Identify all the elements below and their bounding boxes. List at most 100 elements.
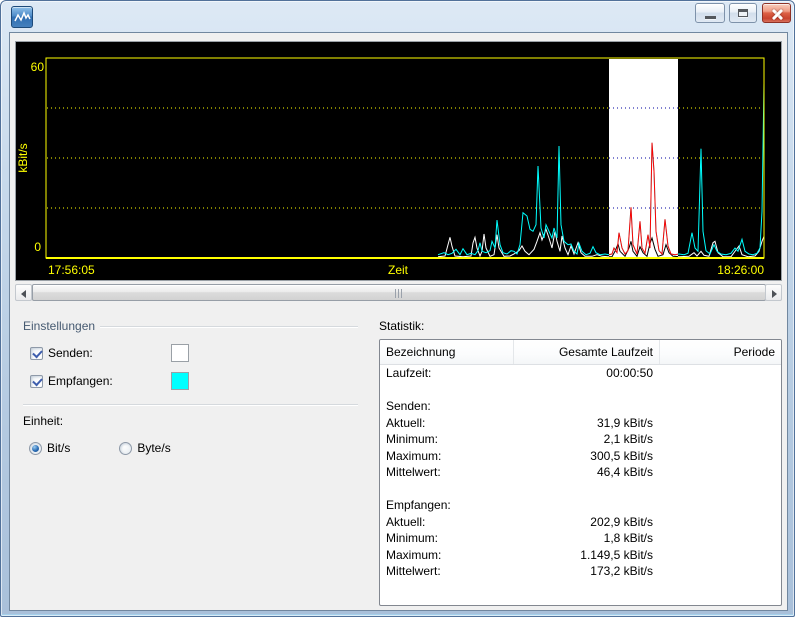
x-start-label: 17:56:05 <box>48 263 95 277</box>
check-icon <box>32 375 43 386</box>
app-window: 60 0 kBit/s 17:56:05 Zeit 18:26:00 Ei <box>0 0 795 617</box>
table-cell-label: Maximum: <box>380 547 513 564</box>
receive-checkbox[interactable] <box>30 375 43 388</box>
app-waveform-icon[interactable] <box>11 6 33 28</box>
table-row[interactable]: Aktuell:202,9 kBit/s <box>380 514 781 531</box>
table-cell-gesamte_laufzeit <box>513 481 659 498</box>
table-cell-gesamte_laufzeit <box>513 382 659 399</box>
table-cell-gesamte_laufzeit: 1.149,5 kBit/s <box>513 547 659 564</box>
y-axis-title: kBit/s <box>16 143 30 172</box>
table-row[interactable]: Aktuell:31,9 kBit/s <box>380 415 781 432</box>
bit-per-s-radio[interactable] <box>29 442 42 455</box>
titlebar[interactable] <box>1 1 794 33</box>
check-icon <box>32 347 43 358</box>
x-end-label: 18:26:00 <box>717 263 764 277</box>
table-row[interactable]: Senden: <box>380 398 781 415</box>
y-max-label: 60 <box>31 60 45 74</box>
bit-per-s-label: Bit/s <box>47 441 70 455</box>
send-checkbox-label: Senden: <box>48 346 93 360</box>
column-header-gesamte-laufzeit[interactable]: Gesamte Laufzeit <box>513 340 659 364</box>
grip-dots-icon <box>395 289 403 298</box>
statistics-table: Bezeichnung Gesamte Laufzeit Periode Lau… <box>379 339 782 606</box>
traffic-chart[interactable]: 60 0 kBit/s 17:56:05 Zeit 18:26:00 <box>16 42 781 280</box>
receive-checkbox-label: Empfangen: <box>48 374 113 388</box>
table-cell-periode <box>659 530 780 547</box>
column-header-bezeichnung[interactable]: Bezeichnung <box>380 340 513 364</box>
minimize-button[interactable] <box>695 3 725 23</box>
chart-selection-band <box>609 59 678 258</box>
byte-per-s-label: Byte/s <box>137 441 170 455</box>
table-row[interactable] <box>380 481 781 498</box>
table-cell-gesamte_laufzeit <box>513 398 659 415</box>
table-cell-gesamte_laufzeit: 300,5 kBit/s <box>513 448 659 465</box>
close-icon <box>771 8 784 20</box>
arrow-right-icon <box>772 290 777 298</box>
table-cell-gesamte_laufzeit: 46,4 kBit/s <box>513 464 659 481</box>
unit-section-label: Einheit: <box>23 414 63 428</box>
settings-divider <box>23 404 358 405</box>
column-header-periode[interactable]: Periode <box>659 340 780 364</box>
statistics-table-body: Laufzeit:00:00:50Senden:Aktuell:31,9 kBi… <box>380 365 781 580</box>
table-cell-periode <box>659 464 780 481</box>
statistics-label: Statistik: <box>379 319 424 333</box>
table-row[interactable]: Minimum:1,8 kBit/s <box>380 530 781 547</box>
settings-group-label: Einstellungen <box>23 319 95 333</box>
table-cell-label: Aktuell: <box>380 514 513 531</box>
table-cell-gesamte_laufzeit: 1,8 kBit/s <box>513 530 659 547</box>
scroll-right-button[interactable] <box>765 284 782 301</box>
table-cell-periode <box>659 382 780 399</box>
scrollbar-thumb[interactable] <box>32 284 766 301</box>
table-cell-label: Mittelwert: <box>380 464 513 481</box>
unit-option-bits[interactable]: Bit/s <box>29 441 70 455</box>
byte-per-s-radio[interactable] <box>119 442 132 455</box>
table-cell-label: Senden: <box>380 398 513 415</box>
maximize-button[interactable] <box>729 3 757 23</box>
table-cell-periode <box>659 398 780 415</box>
settings-section: Einstellungen Senden: Empfangen: Einheit… <box>23 319 368 504</box>
unit-radio-group: Bit/s Byte/s <box>29 441 171 455</box>
table-cell-periode <box>659 514 780 531</box>
minimize-icon <box>705 16 716 19</box>
table-cell-gesamte_laufzeit <box>513 497 659 514</box>
table-cell-periode <box>659 448 780 465</box>
scroll-left-button[interactable] <box>15 284 32 301</box>
close-button[interactable] <box>762 3 791 23</box>
radio-dot-icon <box>32 445 39 452</box>
table-cell-periode <box>659 547 780 564</box>
table-cell-label: Empfangen: <box>380 497 513 514</box>
table-row[interactable] <box>380 382 781 399</box>
table-cell-gesamte_laufzeit: 173,2 kBit/s <box>513 563 659 580</box>
table-row[interactable]: Mittelwert:173,2 kBit/s <box>380 563 781 580</box>
arrow-left-icon <box>21 290 26 298</box>
chart-horizontal-scrollbar[interactable] <box>15 284 782 301</box>
receive-row: Empfangen: <box>30 373 113 389</box>
table-row[interactable]: Mittelwert:46,4 kBit/s <box>380 464 781 481</box>
table-cell-periode <box>659 563 780 580</box>
traffic-chart-panel[interactable]: 60 0 kBit/s 17:56:05 Zeit 18:26:00 <box>15 41 782 281</box>
settings-group-header: Einstellungen <box>23 319 358 333</box>
table-row[interactable]: Laufzeit:00:00:50 <box>380 365 781 382</box>
table-row[interactable]: Maximum:300,5 kBit/s <box>380 448 781 465</box>
table-cell-gesamte_laufzeit: 202,9 kBit/s <box>513 514 659 531</box>
table-row[interactable]: Maximum:1.149,5 kBit/s <box>380 547 781 564</box>
table-cell-label: Minimum: <box>380 431 513 448</box>
group-header-rule <box>100 326 358 327</box>
table-row[interactable]: Minimum:2,1 kBit/s <box>380 431 781 448</box>
send-color-swatch[interactable] <box>171 344 189 362</box>
client-area: 60 0 kBit/s 17:56:05 Zeit 18:26:00 Ei <box>10 33 787 610</box>
table-cell-periode <box>659 431 780 448</box>
maximize-icon <box>738 9 748 17</box>
unit-option-bytes[interactable]: Byte/s <box>119 441 170 455</box>
table-cell-periode <box>659 415 780 432</box>
table-cell-label: Mittelwert: <box>380 563 513 580</box>
x-axis-title: Zeit <box>388 263 409 277</box>
table-row[interactable]: Empfangen: <box>380 497 781 514</box>
table-cell-gesamte_laufzeit: 00:00:50 <box>513 365 659 382</box>
receive-color-swatch[interactable] <box>171 372 189 390</box>
table-cell-label: Minimum: <box>380 530 513 547</box>
send-row: Senden: <box>30 345 93 361</box>
table-cell-label <box>380 382 513 399</box>
table-cell-label: Laufzeit: <box>380 365 513 382</box>
send-checkbox[interactable] <box>30 347 43 360</box>
table-cell-label <box>380 481 513 498</box>
